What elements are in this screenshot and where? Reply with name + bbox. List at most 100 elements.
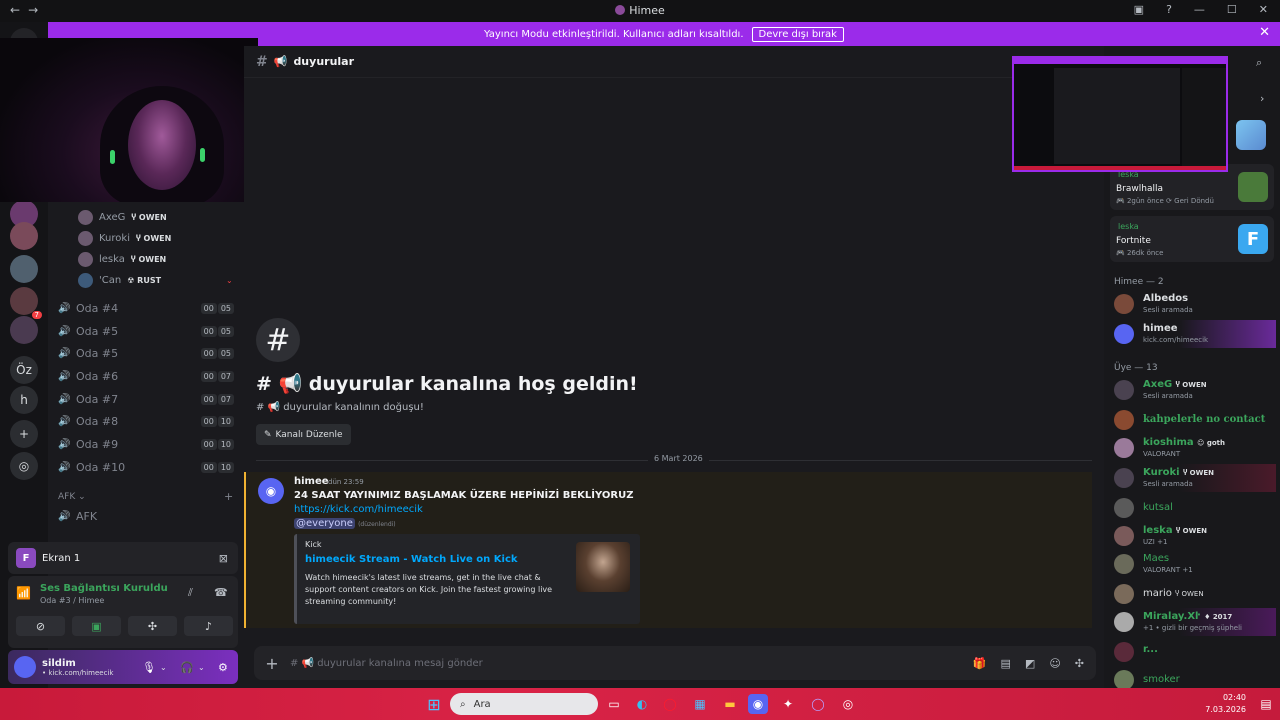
- store-icon[interactable]: ▦: [690, 694, 710, 714]
- voice-channel[interactable]: 🔊 Oda #9 00 10: [58, 434, 238, 454]
- screen-label: Ekran 1: [42, 552, 81, 564]
- chevron-down-icon[interactable]: ⌄: [198, 663, 205, 672]
- member[interactable]: Maes VALORANT +1: [1114, 550, 1276, 578]
- server-icon[interactable]: [10, 255, 38, 283]
- voice-channel[interactable]: 🔊 Oda #5 00 05: [58, 343, 238, 363]
- member[interactable]: r...: [1114, 638, 1276, 666]
- headphones-icon[interactable]: 🎧: [180, 661, 194, 674]
- member[interactable]: Kuroki Ⴤ OWEN Sesli aramada: [1114, 464, 1276, 492]
- voice-channel[interactable]: 🔊 Oda #4 00 05: [58, 298, 238, 318]
- system-clock[interactable]: 02:40 7.03.2026: [1205, 692, 1246, 716]
- message[interactable]: ◉ himee dün 23:59 24 SAAT YAYINIMIZ BAŞL…: [244, 472, 1092, 628]
- member[interactable]: mario Ⴤ OWEN: [1114, 580, 1276, 608]
- close-button[interactable]: ✕: [1259, 3, 1268, 16]
- maximize-button[interactable]: ☐: [1227, 3, 1237, 16]
- edit-channel-button[interactable]: ✎ Kanalı Düzenle: [256, 424, 351, 445]
- member[interactable]: himee kick.com/himeecik: [1114, 320, 1276, 348]
- avatar[interactable]: [14, 656, 36, 678]
- member[interactable]: kahpelerle no contact: [1114, 406, 1276, 434]
- server-h[interactable]: h: [10, 386, 38, 414]
- server-icon[interactable]: [10, 316, 38, 344]
- voice-channel[interactable]: 🔊 Oda #7 00 07: [58, 389, 238, 409]
- opera-icon[interactable]: ◯: [660, 694, 680, 714]
- hash-icon: #: [256, 53, 268, 70]
- soundboard-button[interactable]: ♪: [184, 616, 233, 636]
- chevron-down-icon[interactable]: ⌄: [226, 276, 233, 285]
- voice-member[interactable]: leska Ⴤ OWEN: [78, 249, 166, 269]
- message-input[interactable]: # 📢 duyurular kanalına mesaj gönder: [290, 658, 483, 669]
- member[interactable]: AxeG Ⴤ OWEN Sesli aramada: [1114, 376, 1276, 404]
- sticker-icon[interactable]: ◩: [1025, 657, 1035, 670]
- member[interactable]: leska Ⴤ OWEN UZI +1: [1114, 522, 1276, 550]
- add-attachment-icon[interactable]: +: [254, 654, 290, 673]
- member[interactable]: kioshima ☺ goth VALORANT: [1114, 434, 1276, 462]
- category-afk[interactable]: AFK ⌄: [58, 492, 86, 502]
- member[interactable]: Albedos Sesli aramada: [1114, 290, 1276, 318]
- app-icon[interactable]: ◯: [808, 694, 828, 714]
- notification-icon[interactable]: ▤: [1256, 694, 1276, 714]
- embed-thumbnail[interactable]: [576, 542, 630, 592]
- message-link[interactable]: https://kick.com/himeecik: [294, 504, 423, 515]
- file-explorer-icon[interactable]: ▬: [720, 694, 740, 714]
- gift-icon[interactable]: 🎁: [973, 657, 987, 670]
- close-icon[interactable]: ✕: [1259, 25, 1270, 40]
- inbox-icon[interactable]: ▣: [1134, 3, 1144, 16]
- activity-card[interactable]: leska Fortnite 🎮 26dk önce F: [1110, 216, 1274, 262]
- voice-channel[interactable]: 🔊 Oda #6 00 07: [58, 366, 238, 386]
- activities-button[interactable]: ✣: [128, 616, 177, 636]
- member[interactable]: kutsal: [1114, 494, 1276, 522]
- voice-channel[interactable]: 🔊 Oda #5 00 05: [58, 321, 238, 341]
- message-composer[interactable]: + # 📢 duyurular kanalına mesaj gönder 🎁 …: [254, 646, 1096, 680]
- task-view-icon[interactable]: ▭: [604, 694, 624, 714]
- app-icon[interactable]: ✦: [778, 694, 798, 714]
- help-icon[interactable]: ?: [1166, 3, 1172, 16]
- voice-channel[interactable]: 🔊 Oda #10 00 10: [58, 457, 238, 477]
- add-server-icon[interactable]: +: [10, 420, 38, 448]
- everyone-mention[interactable]: @everyone: [294, 518, 355, 529]
- microphone-icon[interactable]: 🎙: [142, 661, 156, 674]
- apps-icon[interactable]: ✣: [1075, 657, 1084, 670]
- screen-share-box[interactable]: F Ekran 1 ⊠: [8, 542, 238, 574]
- chevron-down-icon[interactable]: ⌄: [160, 663, 167, 672]
- search-icon[interactable]: ⌕: [1256, 56, 1262, 70]
- edge-icon[interactable]: ◐: [632, 694, 652, 714]
- voice-channel-afk[interactable]: 🔊 AFK: [58, 506, 238, 526]
- stop-stream-icon[interactable]: ⊠: [219, 552, 228, 565]
- message-author[interactable]: himee: [294, 476, 329, 487]
- discord-icon[interactable]: ◉: [748, 694, 768, 714]
- voice-connection-panel: 📶 Ses Bağlantısı Kuruldu Oda #3 / Himee …: [8, 576, 238, 648]
- server-oz[interactable]: Öz: [10, 356, 38, 384]
- voice-member[interactable]: AxeG Ⴤ OWEN: [78, 207, 167, 227]
- app-icon[interactable]: ◎: [838, 694, 858, 714]
- voice-member[interactable]: 'Can ☢ RUST ⌄: [78, 270, 233, 290]
- camera-off-button[interactable]: ⊘: [16, 616, 65, 636]
- voice-member[interactable]: Kuroki Ⴤ OWEN: [78, 228, 171, 248]
- embed-description: Watch himeecik's latest live streams, ge…: [305, 573, 553, 606]
- avatar[interactable]: ◉: [258, 478, 284, 504]
- disconnect-icon[interactable]: ☎: [214, 586, 228, 599]
- account-panel[interactable]: sildim • kick.com/himeecik 🎙 ⌄ 🎧 ⌄ ⚙: [8, 650, 238, 684]
- taskbar-search[interactable]: ⌕ Ara: [450, 693, 598, 715]
- member[interactable]: Miralay.Xŀ ♦ 2017 +1 • gizli bir geçmiş ş…: [1114, 608, 1276, 636]
- gear-icon[interactable]: ⚙: [218, 661, 228, 674]
- webcam-overlay: [0, 38, 258, 202]
- signal-icon[interactable]: 📶: [16, 586, 31, 600]
- server-icon[interactable]: 7: [10, 287, 42, 319]
- stream-preview[interactable]: [1012, 56, 1228, 172]
- screen-share-button[interactable]: ▣: [72, 616, 121, 636]
- discover-icon[interactable]: ◎: [10, 452, 38, 480]
- windows-start-icon[interactable]: ⊞: [424, 694, 444, 714]
- chevron-right-icon[interactable]: ›: [1260, 92, 1264, 105]
- screen-avatar: F: [16, 548, 36, 568]
- add-channel-icon[interactable]: +: [224, 490, 233, 503]
- gif-icon[interactable]: ▤: [1001, 657, 1011, 670]
- avatar: [1114, 612, 1134, 632]
- server-icon[interactable]: [10, 222, 38, 250]
- disable-streamer-mode-button[interactable]: Devre dışı bırak: [751, 26, 844, 42]
- voice-channel[interactable]: 🔊 Oda #8 00 10: [58, 411, 238, 431]
- noise-suppression-icon[interactable]: ⫽: [188, 586, 193, 600]
- emoji-icon[interactable]: ☺: [1049, 657, 1060, 670]
- embed-title[interactable]: himeecik Stream - Watch Live on Kick: [305, 554, 518, 565]
- minimize-button[interactable]: —: [1194, 3, 1205, 16]
- user-status: • kick.com/himeecik: [42, 668, 114, 677]
